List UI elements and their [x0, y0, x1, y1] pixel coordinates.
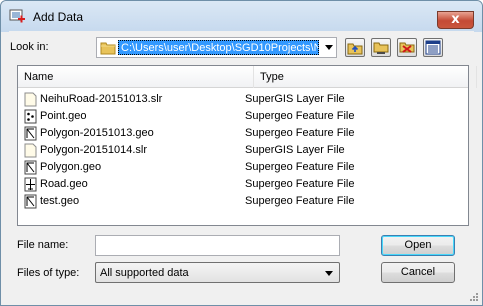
add-data-icon: [9, 9, 25, 23]
list-item[interactable]: NeihuRoad-20151013.slr SuperGIS Layer Fi…: [18, 91, 468, 108]
chevron-down-icon[interactable]: [325, 271, 333, 276]
column-name-label: Name: [24, 71, 54, 83]
disconnect-folder-button[interactable]: [397, 38, 417, 57]
list-item[interactable]: test.geo Supergeo Feature File: [18, 193, 468, 210]
folder-up-button[interactable]: [345, 38, 365, 57]
connect-folder-icon: [373, 42, 389, 54]
view-details-button[interactable]: [423, 38, 443, 57]
close-icon: x: [451, 12, 460, 27]
layer-file-icon: [24, 143, 37, 158]
file-type: Supergeo Feature File: [245, 178, 355, 190]
file-type: Supergeo Feature File: [245, 161, 355, 173]
file-name: test.geo: [40, 195, 80, 207]
connect-folder-button[interactable]: [371, 38, 391, 57]
file-type: Supergeo Feature File: [245, 110, 355, 122]
list-item[interactable]: Polygon.geo Supergeo Feature File: [18, 159, 468, 176]
files-of-type-select[interactable]: All supported data: [95, 262, 340, 283]
list-item[interactable]: Polygon-20151014.slr SuperGIS Layer File: [18, 142, 468, 159]
folder-up-icon: [347, 43, 363, 55]
file-name-label: File name:: [17, 239, 69, 251]
resize-grip-icon[interactable]: [469, 292, 479, 302]
title-bar[interactable]: Add Data x: [1, 1, 482, 32]
file-name: Road.geo: [40, 178, 88, 190]
column-header-name[interactable]: Name: [18, 66, 254, 88]
file-name: Polygon-20151013.geo: [40, 127, 154, 139]
file-name-input[interactable]: [95, 235, 340, 256]
folder-icon: [100, 42, 116, 55]
disconnect-folder-icon: [399, 42, 415, 53]
file-type: Supergeo Feature File: [245, 127, 355, 139]
file-type: SuperGIS Layer File: [245, 93, 345, 105]
look-in-label: Look in:: [10, 41, 49, 53]
view-details-icon: [425, 40, 441, 55]
look-in-path[interactable]: C:\Users\user\Desktop\SGD10Projects\Ne: [118, 40, 319, 55]
line-feature-icon: [24, 177, 37, 192]
file-type: Supergeo Feature File: [245, 195, 355, 207]
polygon-feature-icon: [24, 194, 37, 209]
add-data-dialog: Add Data x Look in: C:\Users\user\Deskto…: [0, 0, 483, 306]
file-name: NeihuRoad-20151013.slr: [40, 93, 163, 105]
column-type-label: Type: [260, 71, 284, 83]
file-list[interactable]: Name Type NeihuRoad-20151013.slr SuperGI…: [17, 65, 477, 226]
list-header: Name Type: [18, 66, 477, 88]
files-of-type-label: Files of type:: [17, 267, 80, 279]
list-item[interactable]: Point.geo Supergeo Feature File: [18, 108, 468, 125]
look-in-combobox[interactable]: C:\Users\user\Desktop\SGD10Projects\Ne: [96, 37, 337, 58]
polygon-feature-icon: [24, 160, 37, 175]
polygon-feature-icon: [24, 126, 37, 141]
file-type: SuperGIS Layer File: [245, 144, 345, 156]
files-of-type-value: All supported data: [100, 267, 189, 279]
column-header-type[interactable]: Type: [254, 66, 477, 88]
layer-file-icon: [24, 92, 37, 107]
close-button[interactable]: x: [437, 11, 474, 29]
file-name: Polygon.geo: [40, 161, 102, 173]
chevron-down-icon[interactable]: [325, 45, 333, 50]
file-name: Point.geo: [40, 110, 87, 122]
list-item[interactable]: Polygon-20151013.geo Supergeo Feature Fi…: [18, 125, 468, 142]
cancel-button[interactable]: Cancel: [381, 262, 455, 283]
point-feature-icon: [24, 109, 37, 124]
file-name: Polygon-20151014.slr: [40, 144, 148, 156]
window-title: Add Data: [33, 10, 84, 24]
list-item[interactable]: Road.geo Supergeo Feature File: [18, 176, 468, 193]
open-button[interactable]: Open: [381, 235, 455, 256]
